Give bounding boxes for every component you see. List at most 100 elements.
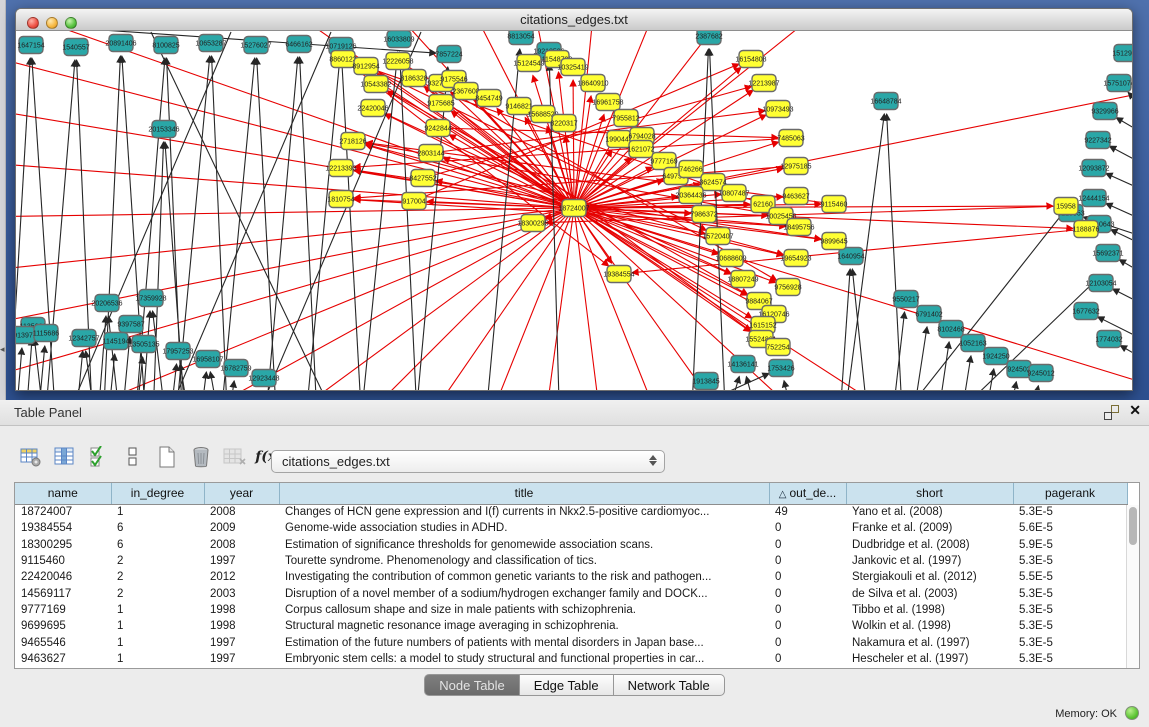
- network-node[interactable]: 16958107: [192, 351, 223, 368]
- table-cell[interactable]: 1: [111, 602, 204, 618]
- table-cell[interactable]: 9115460: [15, 553, 111, 569]
- table-cell[interactable]: 1997: [204, 553, 279, 569]
- network-node[interactable]: 19654923: [780, 250, 811, 267]
- table-cell[interactable]: 6: [111, 520, 204, 536]
- network-node[interactable]: 12226058: [382, 53, 413, 70]
- float-panel-icon[interactable]: [1104, 405, 1119, 420]
- table-row[interactable]: 1938455462009Genome-wide association stu…: [15, 520, 1127, 536]
- network-node[interactable]: 8100825: [152, 37, 179, 54]
- table-cell[interactable]: 5.5E-5: [1013, 569, 1127, 585]
- network-node[interactable]: 1188876: [1073, 221, 1100, 238]
- table-cell[interactable]: 2: [111, 585, 204, 601]
- network-node[interactable]: 1774032: [1095, 331, 1122, 348]
- network-node[interactable]: 9756928: [774, 279, 801, 296]
- network-node[interactable]: 9550217: [892, 291, 919, 308]
- table-cell[interactable]: Wolkin et al. (1998): [846, 618, 1013, 634]
- network-node[interactable]: 22420046: [357, 100, 388, 117]
- network-node[interactable]: 10807487: [718, 185, 749, 202]
- table-cell[interactable]: 18300295: [15, 537, 111, 553]
- table-cell[interactable]: 9465546: [15, 634, 111, 650]
- network-node[interactable]: 9115460: [821, 196, 848, 213]
- table-cell[interactable]: Estimation of significance thresholds fo…: [279, 537, 769, 553]
- network-node[interactable]: 1677632: [1072, 303, 1099, 320]
- table-cell[interactable]: Jankovic et al. (1997): [846, 553, 1013, 569]
- network-node[interactable]: 2387682: [695, 31, 722, 45]
- column-header-name[interactable]: name: [15, 483, 111, 504]
- collapse-arrow-icon[interactable]: ◂: [0, 344, 5, 355]
- table-cell[interactable]: Structural magnetic resonance image aver…: [279, 618, 769, 634]
- column-header-year[interactable]: year: [204, 483, 279, 504]
- network-node[interactable]: 12213987: [748, 75, 779, 92]
- network-node[interactable]: 10653287: [195, 35, 226, 52]
- network-node[interactable]: 2803144: [417, 145, 444, 162]
- column-header-title[interactable]: title: [279, 483, 769, 504]
- table-cell[interactable]: 19384554: [15, 520, 111, 536]
- close-panel-icon[interactable]: ✕: [1129, 402, 1141, 419]
- network-node[interactable]: 1621072: [627, 141, 654, 158]
- table-scrollbar-thumb[interactable]: [1129, 507, 1137, 545]
- network-node[interactable]: 2718126: [339, 133, 366, 150]
- table-cell[interactable]: 1: [111, 504, 204, 520]
- network-node[interactable]: 8186328: [400, 70, 427, 87]
- network-node[interactable]: 8813054: [507, 31, 534, 45]
- memory-status-icon[interactable]: [1125, 706, 1139, 720]
- network-node[interactable]: 1540557: [62, 39, 89, 56]
- network-node[interactable]: 19384554: [603, 266, 634, 283]
- table-settings-button[interactable]: [14, 442, 48, 472]
- network-node[interactable]: 16648784: [870, 93, 901, 110]
- network-node[interactable]: 746266: [679, 161, 703, 178]
- network-node[interactable]: 8220317: [550, 115, 577, 132]
- network-node[interactable]: 17957253: [162, 343, 193, 360]
- network-node[interactable]: 1145194: [103, 333, 130, 350]
- network-table-select[interactable]: citations_edges.txt: [271, 450, 665, 473]
- table-cell[interactable]: 0: [769, 520, 846, 536]
- table-cell[interactable]: Estimation of the future numbers of pati…: [279, 634, 769, 650]
- table-cell[interactable]: Tibbo et al. (1998): [846, 602, 1013, 618]
- network-node[interactable]: 8912954: [352, 58, 379, 75]
- network-node[interactable]: 20891406: [105, 35, 136, 52]
- table-cell[interactable]: 0: [769, 618, 846, 634]
- table-cell[interactable]: 14569117: [15, 585, 111, 601]
- network-node[interactable]: 14136141: [727, 356, 758, 373]
- table-cell[interactable]: Changes of HCN gene expression and I(f) …: [279, 504, 769, 520]
- network-node[interactable]: 9175685: [427, 95, 454, 112]
- network-node[interactable]: 9242844: [424, 120, 451, 137]
- network-node[interactable]: 752254: [766, 339, 790, 356]
- tab-node-table[interactable]: Node Table: [424, 674, 520, 696]
- table-row[interactable]: 946554611997Estimation of the future num…: [15, 634, 1127, 650]
- network-node[interactable]: 18724007: [558, 200, 589, 217]
- table-cell[interactable]: 1: [111, 618, 204, 634]
- table-cell[interactable]: Stergiakouli et al. (2012): [846, 569, 1013, 585]
- network-node[interactable]: 20153346: [148, 121, 179, 138]
- table-row[interactable]: 969969511998Structural magnetic resonanc…: [15, 618, 1127, 634]
- network-node[interactable]: 15751074: [1103, 75, 1132, 92]
- network-node[interactable]: 12923448: [248, 370, 279, 387]
- network-node[interactable]: 9899645: [820, 233, 847, 250]
- table-cell[interactable]: 2008: [204, 537, 279, 553]
- network-node[interactable]: 18640910: [577, 75, 608, 92]
- table-cell[interactable]: 5.3E-5: [1013, 585, 1127, 601]
- network-node[interactable]: 1810754: [327, 191, 354, 208]
- table-cell[interactable]: Yano et al. (2008): [846, 504, 1013, 520]
- network-node[interactable]: 12444154: [1078, 190, 1109, 207]
- network-node[interactable]: 9329966: [1091, 103, 1118, 120]
- table-cell[interactable]: 5.3E-5: [1013, 504, 1127, 520]
- table-cell[interactable]: 5.3E-5: [1013, 553, 1127, 569]
- table-cell[interactable]: 2012: [204, 569, 279, 585]
- network-node[interactable]: 6791402: [915, 306, 942, 323]
- table-cell[interactable]: Dudbridge et al. (2008): [846, 537, 1013, 553]
- network-node[interactable]: 15692371: [1092, 245, 1123, 262]
- table-cell[interactable]: 0: [769, 585, 846, 601]
- table-cell[interactable]: 9463627: [15, 651, 111, 667]
- table-row[interactable]: 977716911998Corpus callosum shape and si…: [15, 602, 1127, 618]
- network-node[interactable]: 12975185: [780, 158, 811, 175]
- table-cell[interactable]: 5.3E-5: [1013, 634, 1127, 650]
- network-node[interactable]: 15124549: [513, 55, 544, 72]
- network-node[interactable]: 20206536: [91, 295, 122, 312]
- network-node[interactable]: 12213393: [325, 160, 356, 177]
- tab-network-table[interactable]: Network Table: [614, 674, 725, 696]
- network-node[interactable]: 18495756: [783, 219, 814, 236]
- network-node[interactable]: 10325419: [557, 59, 588, 76]
- table-row[interactable]: 1830029562008Estimation of significance …: [15, 537, 1127, 553]
- delete-table-button[interactable]: [184, 442, 218, 472]
